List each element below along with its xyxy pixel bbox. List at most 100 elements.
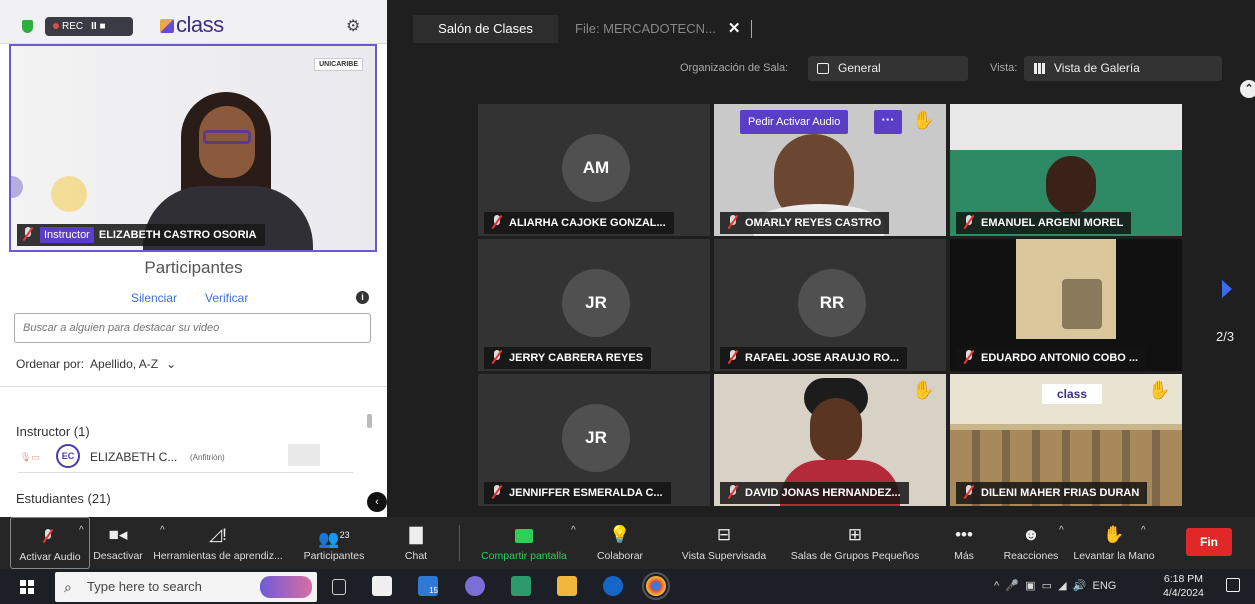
video-label: Desactivar	[93, 550, 143, 562]
chevron-up-icon[interactable]: ^	[1141, 525, 1146, 536]
participants-button[interactable]: 👥23 Participantes	[297, 517, 371, 569]
collapse-up-icon[interactable]: ⌃	[1240, 80, 1255, 98]
participant-action-area[interactable]	[288, 444, 320, 466]
end-session-button[interactable]: Fin	[1186, 528, 1232, 556]
participant-nameplate: DAVID JONAS HERNANDEZ...	[720, 482, 909, 504]
mic-off-icon	[726, 485, 740, 499]
instructor-video[interactable]: UNICARIBE Instructor ELIZABETH CASTRO OSO…	[9, 44, 377, 252]
decor-circle	[51, 176, 87, 212]
system-tray[interactable]: ^ 🎤 ▣ ▭ ◢ 🔊 ENG	[994, 579, 1116, 592]
breakout-label: Salas de Grupos Pequeños	[790, 550, 920, 562]
request-audio-button[interactable]: Pedir Activar Audio	[740, 110, 849, 134]
avatar: JR	[562, 269, 630, 337]
participants-sidebar: REC II ■ class ⚙ UNICARIBE Instructor ELIZ…	[0, 0, 387, 517]
video-tile[interactable]: Pedir Activar Audio ··· ✋ OMARLY REYES C…	[714, 104, 946, 236]
video-tile[interactable]: JR JERRY CABRERA REYES	[478, 239, 710, 371]
app-logo: class	[160, 12, 224, 38]
wall-band	[950, 104, 1182, 150]
chevron-up-icon[interactable]: ^	[571, 525, 576, 536]
instructor-section-header[interactable]: Instructor (1)	[16, 424, 90, 439]
supervised-view-button[interactable]: ⊟ Vista Supervisada	[676, 517, 772, 569]
tab-classroom[interactable]: Salón de Clases	[413, 15, 558, 43]
sort-label: Ordenar por:	[16, 357, 85, 371]
system-clock[interactable]: 6:18 PM 4/4/2024	[1163, 572, 1204, 600]
video-toggle-button[interactable]: ■◂ Desactivar	[92, 517, 144, 569]
video-tile[interactable]: class ✋ DILENI MAHER FRIAS DURAN	[950, 374, 1182, 506]
collapse-panel-button[interactable]: ‹	[367, 492, 387, 512]
notification-icon[interactable]	[1226, 578, 1240, 592]
more-label: Más	[954, 550, 974, 562]
breakout-rooms-button[interactable]: ⊞ Salas de Grupos Pequeños	[783, 517, 927, 569]
mic-off-icon	[726, 215, 740, 229]
taskbar-search-input[interactable]: ⌕ Type here to search	[55, 572, 317, 602]
participant-name: DILENI MAHER FRIAS DURAN	[981, 487, 1140, 499]
reactions-button[interactable]: ☻ Reacciones	[1000, 517, 1062, 569]
gear-icon[interactable]: ⚙	[346, 16, 360, 36]
mail-icon[interactable]: 15	[418, 576, 438, 596]
video-tile[interactable]: EMANUEL ARGENI MOREL	[950, 104, 1182, 236]
participant-name: JENNIFFER ESMERALDA C...	[509, 487, 663, 499]
edge-icon[interactable]	[603, 576, 623, 596]
participant-nameplate: OMARLY REYES CASTRO	[720, 212, 890, 234]
file-explorer-icon[interactable]	[557, 576, 577, 596]
tab-file[interactable]: File: MERCADOTECN... ✕	[575, 15, 755, 43]
raise-hand-button[interactable]: ✋ Levantar la Mano	[1068, 517, 1160, 569]
sort-dropdown[interactable]: Ordenar por: Apellido, A-Z ⌄	[16, 357, 176, 371]
video-tile[interactable]: EDUARDO ANTONIO COBO ...	[950, 239, 1182, 371]
mic-off-icon	[490, 215, 504, 229]
participant-search-input[interactable]	[14, 313, 371, 343]
task-view-icon[interactable]	[332, 579, 346, 595]
info-icon[interactable]: i	[356, 291, 369, 304]
chat-label: Chat	[404, 550, 428, 562]
participants-label: Participantes	[303, 550, 365, 562]
instructor-nameplate: Instructor ELIZABETH CASTRO OSORIA	[17, 224, 265, 246]
chevron-up-icon[interactable]: ^	[1059, 525, 1064, 536]
audio-label: Activar Audio	[19, 551, 81, 563]
tab-file-label: File: MERCADOTECN...	[575, 21, 716, 36]
next-page-icon[interactable]	[1222, 280, 1232, 298]
students-section-header[interactable]: Estudiantes (21)	[16, 491, 111, 506]
tab-divider	[751, 20, 752, 38]
video-tile[interactable]: RR RAFAEL JOSE ARAUJO RO...	[714, 239, 946, 371]
close-icon[interactable]: ✕	[728, 20, 741, 37]
video-tile[interactable]: AM ALIARHA CAJOKE GONZAL...	[478, 104, 710, 236]
more-options-button[interactable]: ···	[874, 110, 902, 134]
tab-bar: Salón de Clases File: MERCADOTECN... ✕	[387, 10, 1255, 43]
verify-link[interactable]: Verificar	[205, 291, 248, 305]
view-value: Vista de Galería	[1054, 61, 1140, 75]
chevron-up-icon[interactable]: ^	[79, 525, 84, 536]
recording-indicator[interactable]: REC II ■	[45, 17, 133, 36]
tools-label: Herramientas de aprendiz...	[153, 550, 283, 562]
logo-text: class	[176, 12, 224, 37]
search-highlight-icon	[260, 576, 312, 598]
calendar-icon[interactable]	[511, 576, 531, 596]
more-button[interactable]: ••• Más	[948, 517, 980, 569]
stop-icon[interactable]: ■	[99, 21, 105, 32]
divider	[18, 472, 353, 473]
mute-toggle-button[interactable]: Activar Audio	[10, 517, 90, 569]
square-icon	[817, 63, 829, 74]
pause-stop-controls[interactable]: II	[91, 17, 97, 36]
chat-button[interactable]: ▇ Chat	[396, 517, 436, 569]
participants-icon: 👥23	[318, 529, 350, 549]
participant-name: ELIZABETH C...	[90, 450, 178, 464]
windows-start-icon[interactable]	[20, 580, 34, 594]
video-tile[interactable]: JR JENNIFFER ESMERALDA C...	[478, 374, 710, 506]
instructor-badge: Instructor	[40, 227, 94, 243]
collab-label: Colaborar	[596, 550, 644, 562]
org-select[interactable]: General	[808, 56, 968, 81]
app-icon[interactable]	[465, 576, 485, 596]
learning-tools-button[interactable]: ◿! Herramientas de aprendiz...	[146, 517, 290, 569]
video-tile[interactable]: ✋ DAVID JONAS HERNANDEZ...	[714, 374, 946, 506]
list-scrollbar[interactable]	[367, 414, 372, 428]
participant-row[interactable]: 🎙▭ EC ELIZABETH C... (Anfitrión)	[18, 444, 358, 470]
org-label: Organización de Sala:	[680, 62, 789, 74]
view-select[interactable]: Vista de Galería	[1024, 56, 1222, 81]
participant-name: EMANUEL ARGENI MOREL	[981, 217, 1124, 229]
collaborate-button[interactable]: 💡 Colaborar	[592, 517, 648, 569]
chrome-icon[interactable]	[642, 572, 670, 600]
store-icon[interactable]	[372, 576, 392, 596]
participant-nameplate: JENNIFFER ESMERALDA C...	[484, 482, 671, 504]
mute-all-link[interactable]: Silenciar	[131, 291, 177, 305]
share-screen-button[interactable]: Compartir pantalla	[472, 517, 576, 569]
